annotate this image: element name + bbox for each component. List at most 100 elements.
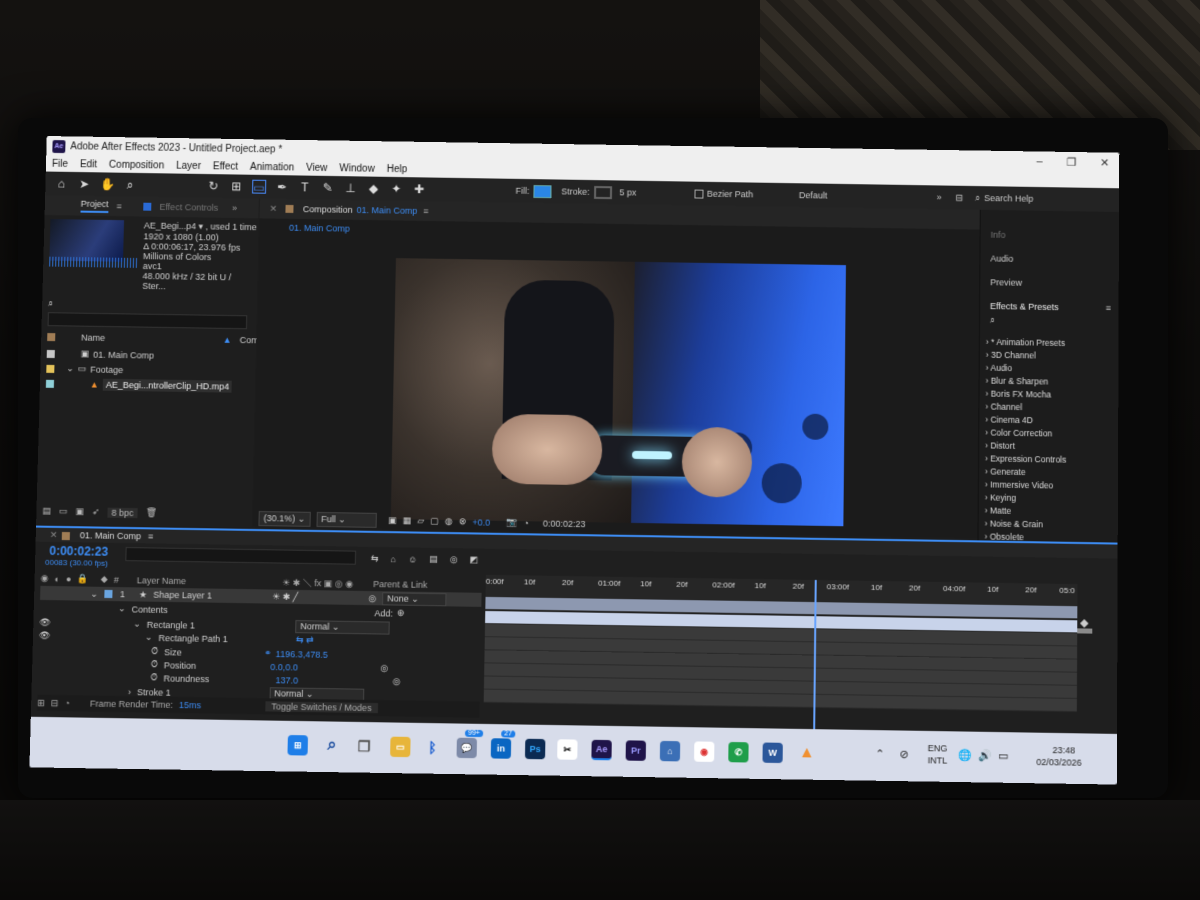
folder-expand-icon[interactable]: ⌄ (66, 363, 74, 374)
language-bottom[interactable]: INTL (928, 755, 948, 765)
menu-window[interactable]: Window (339, 163, 375, 174)
linkedin-icon[interactable]: in (490, 738, 512, 759)
timeline-tab-name[interactable]: 01. Main Comp (80, 530, 141, 541)
parent-dropdown[interactable]: None ⌄ (382, 591, 447, 606)
stopwatch-icon[interactable]: ⏱ (151, 646, 158, 657)
blend-mode-dropdown[interactable]: Normal ⌄ (295, 620, 390, 635)
panel-audio[interactable]: Audio (990, 254, 1013, 264)
start-icon[interactable]: ⊞ (287, 735, 309, 756)
maximize-icon[interactable]: ❐ (1066, 155, 1076, 168)
layer-switches[interactable]: ☀ ✱ ╱ (272, 591, 298, 602)
effects-category[interactable]: › Boris FX Mocha (985, 389, 1051, 400)
stroke-color-swatch[interactable] (593, 185, 612, 199)
resolution-dropdown[interactable]: Full ⌄ (316, 511, 377, 528)
expression-icon[interactable]: ◎ (380, 663, 388, 674)
bezier-checkbox[interactable] (693, 189, 704, 199)
effects-category[interactable]: › Noise & Grain (985, 518, 1043, 529)
menu-edit[interactable]: Edit (80, 159, 97, 170)
menu-file[interactable]: File (52, 158, 68, 169)
tab-menu-icon[interactable]: ≡ (423, 206, 428, 216)
stopwatch-icon[interactable]: ⏱ (150, 672, 157, 683)
search-icon[interactable]: ⌕ (322, 736, 343, 757)
expression-icon[interactable]: ◎ (393, 676, 401, 687)
transparency-grid-icon[interactable]: ▦ (403, 515, 412, 526)
language-top[interactable]: ENG (928, 743, 948, 753)
solo-icon[interactable]: ● (66, 574, 72, 584)
tab-effect-controls[interactable]: Effect Controls (159, 202, 218, 213)
tray-overflow-icon[interactable]: ⌃ (875, 747, 884, 760)
effects-category[interactable]: › Matte (985, 505, 1012, 515)
pen-tool-icon[interactable]: ✒ (275, 180, 289, 194)
home-icon[interactable]: ⌂ (54, 177, 68, 191)
path-expand-icon[interactable]: ⌄ (145, 632, 153, 643)
hand-tool-icon[interactable]: ✋ (100, 177, 115, 191)
effects-category[interactable]: › Blur & Sharpen (986, 376, 1049, 387)
position-property-row[interactable]: ⏱ Position 0.0,0.0 ◎ (151, 659, 389, 674)
selection-tool-icon[interactable]: ➤ (77, 177, 91, 191)
exposure-reset-icon[interactable]: ⊗ (459, 516, 467, 527)
effects-category[interactable]: › Audio (986, 363, 1012, 373)
workspace-overflow-icon[interactable]: » (937, 192, 942, 202)
effects-category[interactable]: › Color Correction (985, 427, 1052, 438)
effects-category[interactable]: › * Animation Presets (986, 337, 1065, 348)
premiere-icon[interactable]: Pr (625, 740, 647, 761)
new-comp-icon[interactable]: ▣ (75, 506, 84, 517)
path-direction-icons[interactable]: ⇆ ⇄ (296, 634, 314, 645)
size-property-row[interactable]: ⏱ Size ⚭ 1196.3,478.5 (151, 646, 328, 660)
app-icon[interactable]: ⌂ (659, 740, 681, 762)
guides-icon[interactable]: ▢ (430, 516, 439, 527)
parent-pickwhip-icon[interactable]: ◎ (368, 593, 376, 604)
region-of-interest-icon[interactable]: ▣ (388, 515, 397, 526)
workspace-default[interactable]: Default (799, 190, 827, 200)
rectangle-expand-icon[interactable]: ⌄ (133, 619, 141, 630)
size-value[interactable]: 1196.3,478.5 (276, 648, 328, 659)
effects-category[interactable]: › 3D Channel (986, 350, 1036, 361)
bluetooth-icon[interactable]: ᛒ (422, 737, 443, 758)
comp-breadcrumb[interactable]: 01. Main Comp (289, 223, 350, 234)
volume-icon[interactable]: 🔊 (978, 749, 992, 762)
bpc-button[interactable]: 8 bpc (107, 507, 138, 518)
viewer-timecode[interactable]: 0:00:02:23 (543, 518, 586, 529)
effects-search-icon[interactable]: ⌕ (990, 315, 995, 326)
comp-tab-prefix[interactable]: Composition (303, 204, 353, 215)
roundness-value[interactable]: 137.0 (276, 675, 299, 685)
clone-stamp-tool-icon[interactable]: ⊥ (343, 181, 357, 195)
project-item-comp[interactable]: ▣ 01. Main Comp (46, 348, 155, 361)
interpret-footage-icon[interactable]: ▤ (42, 506, 51, 517)
add-icon[interactable]: ⊕ (397, 608, 405, 619)
battery-icon[interactable]: ▭ (998, 749, 1009, 762)
timeline-timecode[interactable]: 0:00:02:23 (49, 544, 108, 559)
puppet-pin-tool-icon[interactable]: ✚ (412, 182, 426, 196)
minimize-icon[interactable]: – (1037, 155, 1043, 167)
video-switch-icon[interactable]: ◉ (40, 573, 49, 584)
menu-view[interactable]: View (306, 162, 328, 173)
fill-color-swatch[interactable] (533, 184, 552, 198)
zoom-tool-icon[interactable]: ⌕ (123, 178, 137, 192)
chat-icon[interactable]: 💬 (456, 737, 478, 759)
menu-effect[interactable]: Effect (213, 161, 238, 172)
word-icon[interactable]: W (762, 742, 783, 764)
clock-time[interactable]: 23:48 (1052, 745, 1075, 755)
tab-project[interactable]: Project (80, 198, 109, 214)
type-tool-icon[interactable]: T (298, 180, 312, 194)
panel-info[interactable]: Info (991, 230, 1006, 240)
roto-brush-tool-icon[interactable]: ✦ (389, 182, 403, 196)
shy-layers-icon[interactable]: ☺ (408, 554, 417, 564)
draft-3d-icon[interactable]: ⌂ (390, 554, 396, 564)
capcut-icon[interactable]: ✂ (557, 739, 578, 760)
sort-arrow-icon[interactable]: ▲ (223, 335, 232, 345)
audio-switch-icon[interactable]: ◐ (54, 574, 60, 584)
project-search-input[interactable] (47, 312, 248, 330)
effects-category[interactable]: › Cinema 4D (985, 414, 1033, 425)
toggle-switches-modes[interactable]: Toggle Switches / Modes (265, 701, 378, 714)
effects-category[interactable]: › Expression Controls (985, 453, 1066, 464)
layer-name-col[interactable]: Layer Name (137, 575, 186, 586)
workspace-icon[interactable]: ⊟ (956, 192, 964, 203)
column-name[interactable]: Name (81, 333, 105, 343)
menu-composition[interactable]: Composition (109, 159, 165, 171)
effects-category[interactable]: › Immersive Video (985, 479, 1053, 490)
file-explorer-icon[interactable]: ▭ (390, 736, 411, 758)
project-item-folder[interactable]: ⌄ ▭ Footage (46, 363, 123, 375)
keyframe-marker[interactable] (1080, 619, 1089, 628)
contents-expand-icon[interactable]: ⌄ (118, 603, 126, 614)
